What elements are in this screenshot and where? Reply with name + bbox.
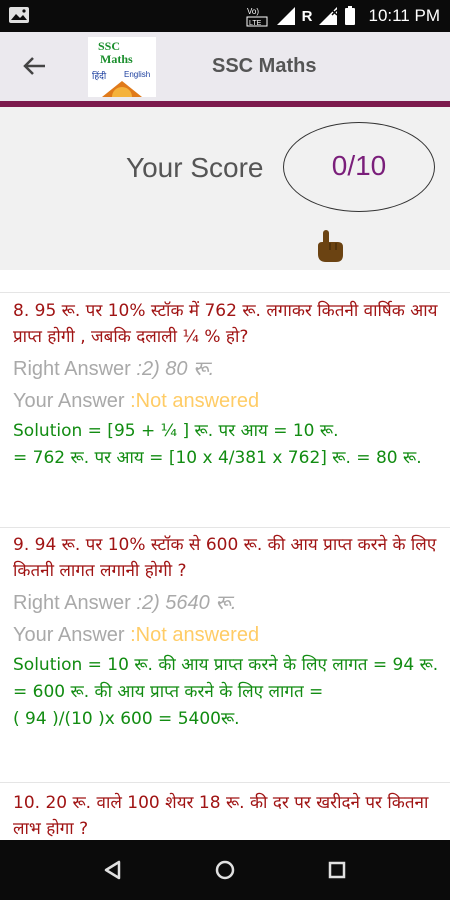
right-answer-row: Right Answer :2) 80 रू. — [13, 356, 441, 382]
app-title: SSC Maths — [212, 55, 317, 77]
right-answer-value: :2) 5640 रू. — [130, 592, 237, 614]
image-icon — [9, 7, 29, 23]
svg-text:Vo): Vo) — [247, 7, 259, 16]
list-divider — [0, 292, 450, 293]
list-divider — [0, 782, 450, 783]
score-label: Your Score — [126, 152, 264, 183]
logo-text-maths: Maths — [100, 52, 133, 66]
solution-line: Solution = [95 + ¼ ] रू. पर आय = 10 रू. — [13, 421, 339, 441]
right-answer-label: Right Answer — [13, 358, 131, 380]
carrier-letter: R — [301, 7, 313, 25]
your-answer-row: Your Answer :Not answered — [13, 622, 441, 648]
answer-list[interactable]: 8. 95 रू. पर 10% स्टॉक में 762 रू. लगाकर… — [0, 270, 450, 840]
score-value: 0/10 — [331, 150, 387, 181]
solution-text: Solution = [95 + ¼ ] रू. पर आय = 10 रू. … — [13, 418, 441, 472]
navigation-bar — [0, 840, 450, 900]
your-answer-label: Your Answer — [13, 390, 125, 412]
volte-icon: Vo) LTE — [246, 7, 268, 27]
solution-line: = 762 रू. पर आय = [10 x 4/381 x 762] रू.… — [13, 448, 422, 468]
solution-line: ( 94 )/(10 )x 600 = 5400रू. — [13, 709, 240, 729]
question-item-8: 8. 95 रू. पर 10% स्टॉक में 762 रू. लगाकर… — [13, 298, 441, 472]
pointing-hand-icon[interactable] — [312, 228, 346, 264]
recents-square-icon[interactable] — [321, 854, 353, 886]
question-text: 9. 94 रू. पर 10% स्टॉक से 600 रू. की आय … — [13, 535, 437, 581]
solution-line: Solution = 10 रू. की आय प्राप्त करने के … — [13, 655, 439, 675]
logo-protractor-icon — [102, 81, 142, 97]
question-text: 8. 95 रू. पर 10% स्टॉक में 762 रू. लगाकर… — [13, 301, 438, 347]
right-answer-label: Right Answer — [13, 592, 131, 614]
list-divider — [0, 527, 450, 528]
question-item-9: 9. 94 रू. पर 10% स्टॉक से 600 रू. की आय … — [13, 532, 441, 733]
status-icons: Vo) LTE R 10:11 PM — [246, 4, 440, 28]
your-answer-row: Your Answer :Not answered — [13, 388, 441, 414]
status-time: 10:11 PM — [368, 6, 440, 25]
question-text: 10. 20 रू. वाले 100 शेयर 18 रू. की दर पर… — [13, 793, 429, 839]
back-arrow-icon[interactable] — [20, 51, 50, 81]
home-circle-icon[interactable] — [209, 854, 241, 886]
signal-icon — [276, 7, 295, 25]
your-answer-value: :Not answered — [124, 624, 260, 646]
solution-text: Solution = 10 रू. की आय प्राप्त करने के … — [13, 652, 441, 733]
back-triangle-icon[interactable] — [97, 854, 129, 886]
app-logo: SSC Maths हिंदी English — [88, 37, 156, 97]
right-answer-value: :2) 80 रू. — [130, 358, 215, 380]
signal-icon-2 — [319, 7, 339, 25]
status-bar: Vo) LTE R 10:11 PM — [0, 0, 450, 32]
question-item-10: 10. 20 रू. वाले 100 शेयर 18 रू. की दर पर… — [13, 790, 441, 840]
your-answer-label: Your Answer — [13, 624, 125, 646]
your-answer-value: :Not answered — [124, 390, 260, 412]
right-answer-row: Right Answer :2) 5640 रू. — [13, 590, 441, 616]
solution-line: = 600 रू. की आय प्राप्त करने के लिए लागत… — [13, 682, 324, 702]
battery-icon — [345, 6, 356, 25]
